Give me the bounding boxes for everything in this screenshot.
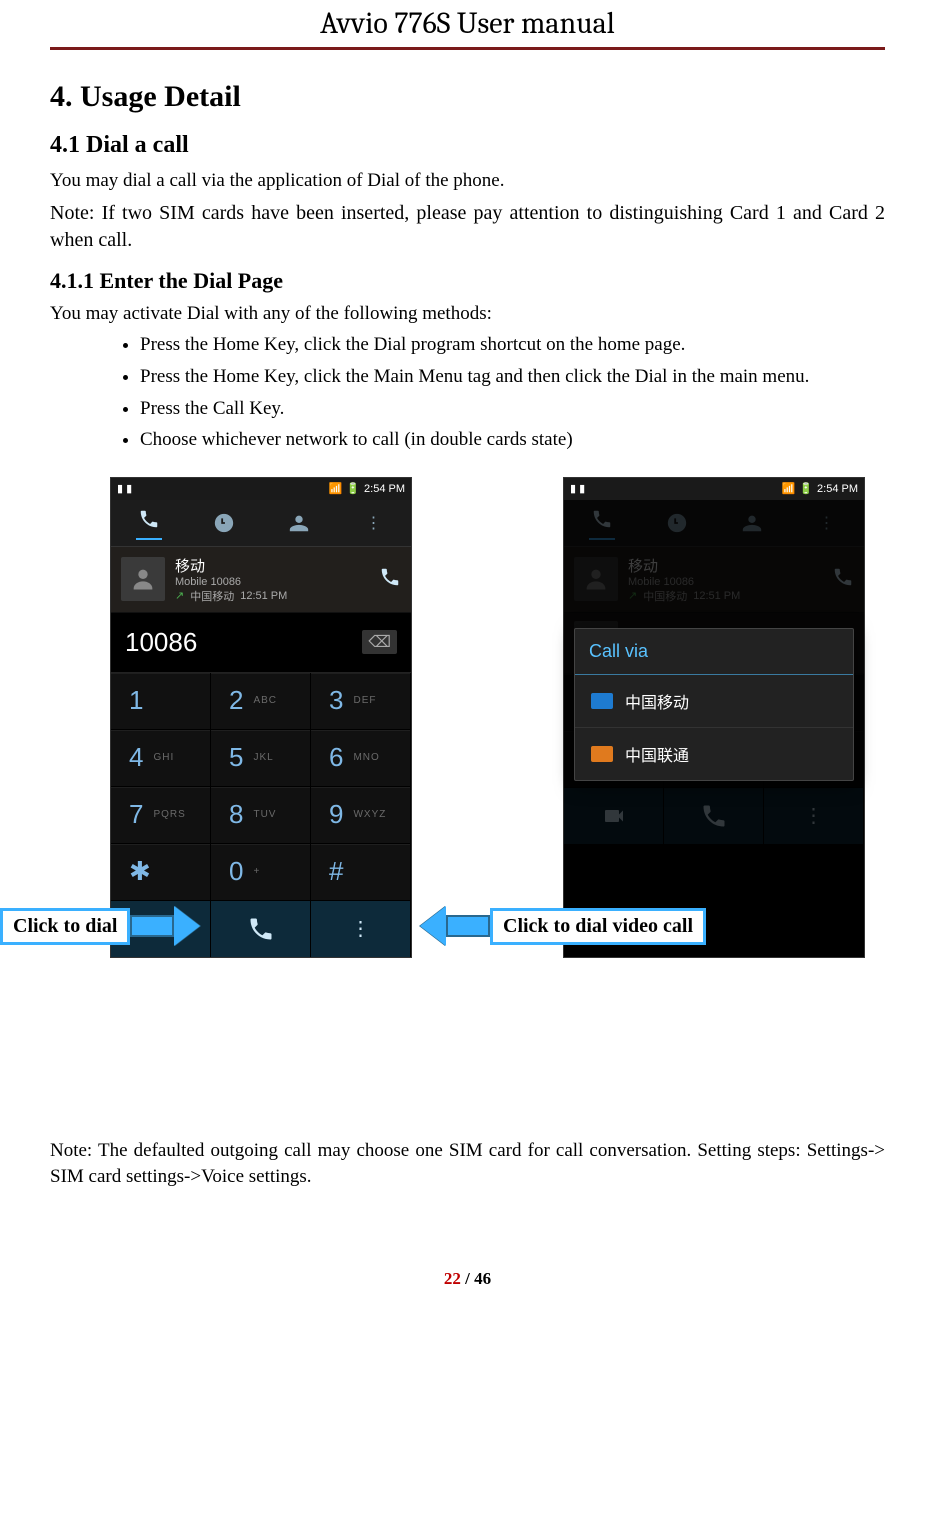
dialer-tabs: ⋮ bbox=[564, 500, 864, 547]
outgoing-arrow-icon: ↗ bbox=[175, 589, 184, 602]
phone-screenshot-callvia: ▮ ▮ 📶 🔋 2:54 PM ⋮ bbox=[563, 477, 865, 958]
call-time: 12:51 PM bbox=[693, 590, 740, 602]
menu-icon[interactable]: ⋮ bbox=[361, 510, 387, 536]
sim-option-2[interactable]: 中国联通 bbox=[575, 728, 853, 780]
call-icon[interactable] bbox=[379, 566, 401, 593]
backspace-button[interactable]: ⌫ bbox=[362, 630, 397, 654]
avatar-icon bbox=[574, 557, 618, 601]
recent-tab bbox=[664, 510, 690, 536]
callout-video-call: Click to dial video call bbox=[420, 908, 706, 945]
carrier-label: 中国移动 bbox=[190, 588, 234, 604]
arrow-right-icon bbox=[130, 913, 200, 939]
status-left: ▮ ▮ bbox=[117, 482, 132, 495]
recent-contact-row: 移动 Mobile 10086 ↗ 中国移动 12:51 PM bbox=[564, 547, 864, 613]
contact-name: 移动 bbox=[175, 555, 369, 576]
paragraph: You may dial a call via the application … bbox=[50, 169, 885, 194]
key-4[interactable]: 4GHI bbox=[111, 730, 211, 787]
subsection-heading: 4.1 Dial a call bbox=[50, 132, 885, 159]
status-time: 2:54 PM bbox=[364, 483, 405, 495]
more-options-button: ⋮ bbox=[764, 788, 864, 844]
battery-icon: 🔋 bbox=[346, 482, 360, 495]
bullet-list: Press the Home Key, click the Dial progr… bbox=[110, 332, 885, 453]
key-hash[interactable]: # bbox=[311, 844, 411, 901]
call-via-dialog: Call via 中国移动 中国联通 bbox=[574, 628, 854, 781]
key-5[interactable]: 5JKL bbox=[211, 730, 311, 787]
call-time: 12:51 PM bbox=[240, 590, 287, 602]
phone-screenshot-dialpad: ▮ ▮ 📶 🔋 2:54 PM ⋮ bbox=[110, 477, 412, 958]
list-item: Press the Home Key, click the Main Menu … bbox=[140, 364, 885, 390]
key-0[interactable]: 0+ bbox=[211, 844, 311, 901]
status-bar: ▮ ▮ 📶 🔋 2:54 PM bbox=[111, 478, 411, 500]
callout-dial: Click to dial bbox=[0, 908, 200, 945]
sim-option-label: 中国移动 bbox=[625, 689, 689, 713]
carrier-label: 中国移动 bbox=[643, 588, 687, 604]
key-2[interactable]: 2ABC bbox=[211, 673, 311, 730]
contacts-tab bbox=[739, 510, 765, 536]
callout-label: Click to dial bbox=[0, 908, 130, 945]
arrow-left-icon bbox=[420, 913, 490, 939]
sim-chip-icon bbox=[591, 693, 613, 709]
header-divider bbox=[50, 47, 885, 50]
dialpad-tab[interactable] bbox=[136, 506, 162, 540]
screenshot-row: ▮ ▮ 📶 🔋 2:54 PM ⋮ bbox=[110, 477, 865, 958]
page-total: 46 bbox=[474, 1269, 491, 1288]
callout-label: Click to dial video call bbox=[490, 908, 706, 945]
key-1[interactable]: 1 bbox=[111, 673, 211, 730]
video-call-button bbox=[564, 788, 664, 844]
page-current: 22 bbox=[444, 1269, 461, 1288]
page-sep: / bbox=[461, 1269, 474, 1288]
dialpad-tab bbox=[589, 506, 615, 540]
recent-tab[interactable] bbox=[211, 510, 237, 536]
signal-icon: 📶 bbox=[782, 482, 796, 495]
page-header-title: Avvio 776S User manual bbox=[50, 0, 885, 47]
signal-icon: 📶 bbox=[329, 482, 343, 495]
sim-chip-icon bbox=[591, 746, 613, 762]
dialog-title: Call via bbox=[575, 629, 853, 675]
status-time: 2:54 PM bbox=[817, 483, 858, 495]
sim-option-label: 中国联通 bbox=[625, 742, 689, 766]
battery-icon: 🔋 bbox=[799, 482, 813, 495]
recent-contact-row[interactable]: 移动 Mobile 10086 ↗ 中国移动 12:51 PM bbox=[111, 547, 411, 613]
key-star[interactable]: ✱ bbox=[111, 844, 211, 901]
list-item: Press the Call Key. bbox=[140, 396, 885, 422]
key-6[interactable]: 6MNO bbox=[311, 730, 411, 787]
avatar-icon bbox=[121, 557, 165, 601]
outgoing-arrow-icon: ↗ bbox=[628, 589, 637, 602]
dial-button bbox=[664, 788, 764, 844]
intro-paragraph: You may activate Dial with any of the fo… bbox=[50, 302, 885, 327]
key-8[interactable]: 8TUV bbox=[211, 787, 311, 844]
note-paragraph-bottom: Note: The defaulted outgoing call may ch… bbox=[50, 1138, 885, 1189]
page-number: 22 / 46 bbox=[50, 1269, 885, 1289]
note-paragraph: Note: If two SIM cards have been inserte… bbox=[50, 200, 885, 254]
keypad: 1 2ABC 3DEF 4GHI 5JKL 6MNO 7PQRS 8TUV 9W… bbox=[111, 673, 411, 901]
menu-icon: ⋮ bbox=[814, 510, 840, 536]
contacts-tab[interactable] bbox=[286, 510, 312, 536]
key-7[interactable]: 7PQRS bbox=[111, 787, 211, 844]
list-item: Press the Home Key, click the Dial progr… bbox=[140, 332, 885, 358]
key-9[interactable]: 9WXYZ bbox=[311, 787, 411, 844]
dial-button[interactable] bbox=[211, 901, 311, 957]
contact-line: Mobile 10086 bbox=[628, 576, 694, 588]
contact-line: Mobile 10086 bbox=[175, 576, 241, 588]
status-left: ▮ ▮ bbox=[570, 482, 585, 495]
contact-name: 移动 bbox=[628, 555, 822, 576]
key-3[interactable]: 3DEF bbox=[311, 673, 411, 730]
subsubsection-heading: 4.1.1 Enter the Dial Page bbox=[50, 268, 885, 294]
dialer-tabs: ⋮ bbox=[111, 500, 411, 547]
more-options-button[interactable]: ⋮ bbox=[311, 901, 411, 957]
dialed-number: 10086 bbox=[125, 627, 197, 658]
status-bar: ▮ ▮ 📶 🔋 2:54 PM bbox=[564, 478, 864, 500]
section-heading: 4. Usage Detail bbox=[50, 80, 885, 114]
call-action-bar: ⋮ bbox=[564, 788, 864, 844]
call-icon bbox=[832, 566, 854, 593]
list-item: Choose whichever network to call (in dou… bbox=[140, 427, 885, 453]
sim-option-1[interactable]: 中国移动 bbox=[575, 675, 853, 728]
dial-number-display: 10086 ⌫ bbox=[111, 613, 411, 673]
